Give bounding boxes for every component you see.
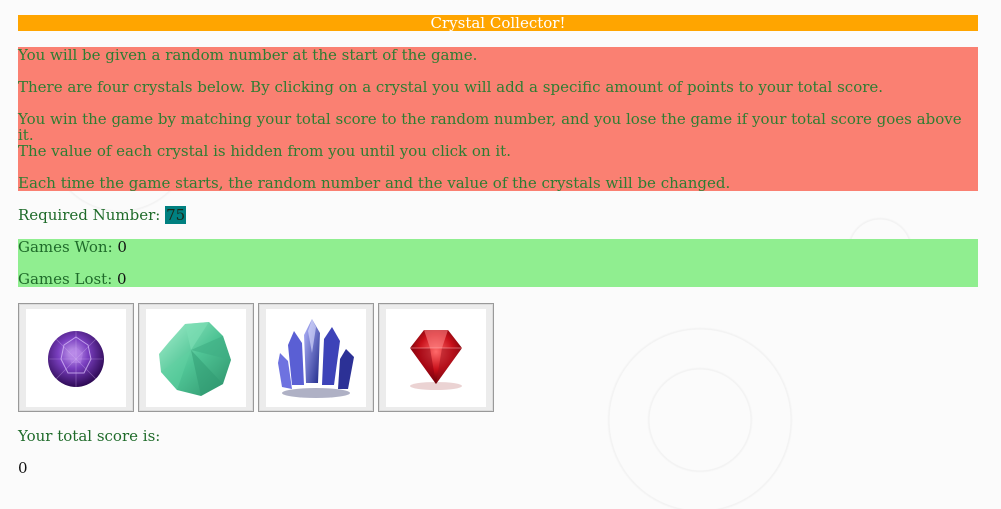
required-number: Required Number: 75	[18, 206, 978, 224]
purple-amethyst-crystal-icon	[48, 330, 104, 387]
red-ruby-crystal-icon	[410, 329, 462, 390]
instruction-line: Each time the game starts, the random nu…	[18, 174, 731, 192]
games-won-label: Games Won:	[18, 238, 118, 256]
stats-panel: Games Won: 0 Games Lost: 0	[18, 239, 978, 287]
games-won-value: 0	[117, 238, 127, 256]
instruction-line: You will be given a random number at the…	[18, 46, 478, 64]
crystal-button-green[interactable]	[138, 303, 254, 412]
crystal-row	[18, 303, 978, 412]
total-score-value: 0	[18, 459, 28, 477]
crystal-button-red[interactable]	[378, 303, 494, 412]
required-number-value: 75	[165, 206, 187, 224]
instruction-line: The value of each crystal is hidden from…	[18, 142, 511, 160]
total-score-label: Your total score is:	[18, 427, 161, 445]
games-lost: Games Lost: 0	[18, 271, 978, 287]
games-lost-label: Games Lost:	[18, 270, 118, 288]
game-container: Crystal Collector! You will be given a r…	[18, 15, 978, 476]
games-won: Games Won: 0	[18, 239, 978, 255]
required-number-label: Required Number:	[18, 206, 166, 224]
game-title: Crystal Collector!	[18, 15, 978, 31]
instructions-panel: You will be given a random number at the…	[18, 47, 978, 191]
instruction-line: You win the game by matching your total …	[18, 110, 962, 144]
games-lost-value: 0	[117, 270, 127, 288]
crystal-button-blue[interactable]	[258, 303, 374, 412]
crystal-button-purple[interactable]	[18, 303, 134, 412]
green-crystal-icon	[159, 321, 231, 396]
instruction-line: There are four crystals below. By clicki…	[18, 78, 884, 96]
blue-crystal-cluster-icon	[278, 318, 354, 398]
